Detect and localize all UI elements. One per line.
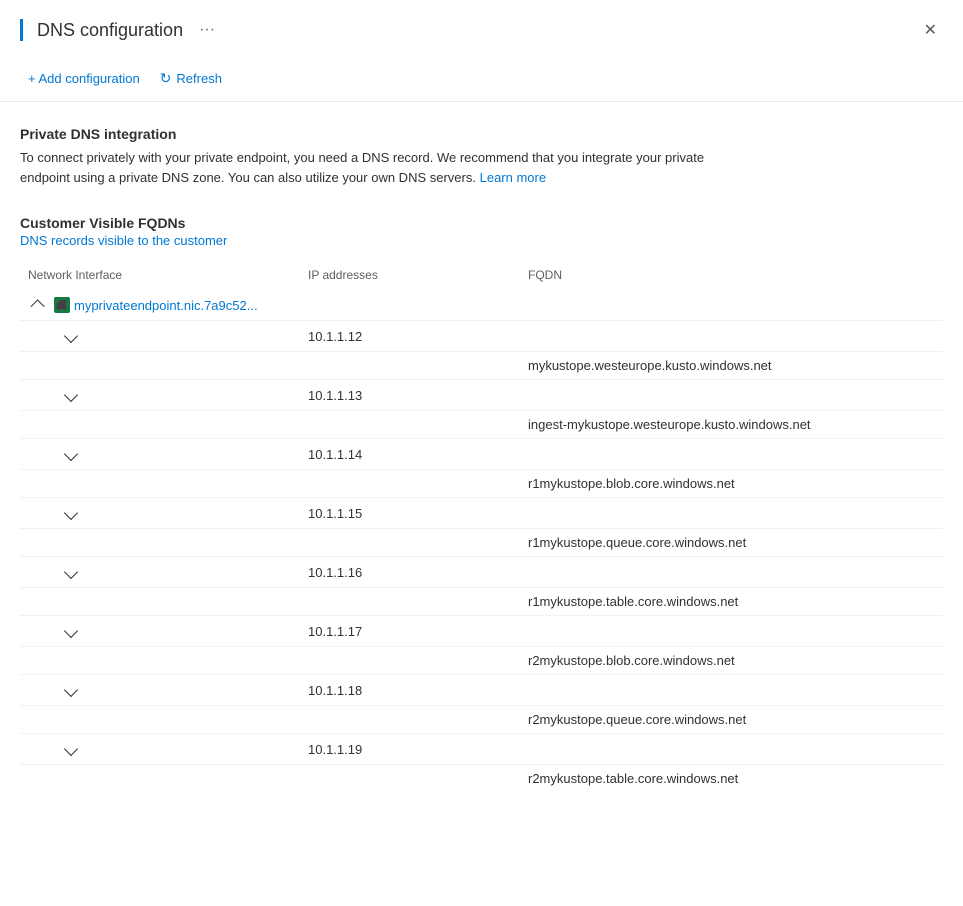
table-row: 10.1.1.17 bbox=[20, 616, 943, 647]
dns-configuration-panel: DNS configuration ··· ✕ + Add configurat… bbox=[0, 0, 963, 906]
chevron-icon bbox=[64, 742, 78, 756]
ip-address-cell: 10.1.1.19 bbox=[300, 734, 520, 765]
table-row: 10.1.1.13 bbox=[20, 380, 943, 411]
ip-address-cell: 10.1.1.14 bbox=[300, 439, 520, 470]
add-configuration-button[interactable]: + Add configuration bbox=[20, 65, 148, 92]
fqdn-cell: r2mykustope.queue.core.windows.net bbox=[520, 706, 943, 734]
table-row: r2mykustope.blob.core.windows.net bbox=[20, 647, 943, 675]
content-area: Private DNS integration To connect priva… bbox=[0, 102, 963, 812]
table-row: 10.1.1.19 bbox=[20, 734, 943, 765]
ip-address-cell: 10.1.1.18 bbox=[300, 675, 520, 706]
expand-parent-button[interactable] bbox=[28, 296, 50, 314]
expand-ip-button[interactable] bbox=[60, 386, 82, 404]
chevron-icon bbox=[64, 683, 78, 697]
toolbar: + Add configuration ↻ Refresh bbox=[0, 56, 963, 102]
table-row: r1mykustope.queue.core.windows.net bbox=[20, 529, 943, 557]
table-row: 10.1.1.12 bbox=[20, 321, 943, 352]
table-row: r2mykustope.table.core.windows.net bbox=[20, 765, 943, 793]
fqdn-section: Customer Visible FQDNs DNS records visib… bbox=[20, 215, 943, 792]
fqdn-cell: r1mykustope.queue.core.windows.net bbox=[520, 529, 943, 557]
fqdn-subtitle: DNS records visible to the customer bbox=[20, 233, 943, 248]
expand-ip-button[interactable] bbox=[60, 504, 82, 522]
table-row: 10.1.1.18 bbox=[20, 675, 943, 706]
refresh-label: Refresh bbox=[176, 71, 222, 86]
chevron-icon bbox=[64, 329, 78, 343]
ip-address-cell: 10.1.1.12 bbox=[300, 321, 520, 352]
expand-ip-button[interactable] bbox=[60, 740, 82, 758]
chevron-icon bbox=[64, 565, 78, 579]
ip-address-cell: 10.1.1.17 bbox=[300, 616, 520, 647]
private-dns-description: To connect privately with your private e… bbox=[20, 148, 720, 187]
col-fqdn: FQDN bbox=[520, 260, 943, 290]
expand-ip-button[interactable] bbox=[60, 622, 82, 640]
table-row: mykustope.westeurope.kusto.windows.net bbox=[20, 352, 943, 380]
learn-more-link[interactable]: Learn more bbox=[480, 170, 546, 185]
nic-icon: ⬛ bbox=[54, 297, 70, 313]
expand-ip-button[interactable] bbox=[60, 681, 82, 699]
table-row: ingest-mykustope.westeurope.kusto.window… bbox=[20, 411, 943, 439]
table-row: 10.1.1.14 bbox=[20, 439, 943, 470]
fqdn-cell: r2mykustope.table.core.windows.net bbox=[520, 765, 943, 793]
fqdn-title: Customer Visible FQDNs bbox=[20, 215, 943, 231]
fqdn-cell: r1mykustope.table.core.windows.net bbox=[520, 588, 943, 616]
add-configuration-label: + Add configuration bbox=[28, 71, 140, 86]
private-dns-section: Private DNS integration To connect priva… bbox=[20, 126, 943, 187]
private-dns-title: Private DNS integration bbox=[20, 126, 943, 142]
chevron-icon bbox=[64, 447, 78, 461]
refresh-icon: ↻ bbox=[160, 70, 172, 87]
chevron-icon bbox=[64, 506, 78, 520]
panel-title: DNS configuration bbox=[37, 20, 183, 41]
col-network-interface: Network Interface bbox=[20, 260, 300, 290]
more-options-icon[interactable]: ··· bbox=[199, 21, 215, 39]
fqdn-cell: r2mykustope.blob.core.windows.net bbox=[520, 647, 943, 675]
chevron-icon bbox=[64, 388, 78, 402]
fqdn-cell: r1mykustope.blob.core.windows.net bbox=[520, 470, 943, 498]
fqdn-cell: mykustope.westeurope.kusto.windows.net bbox=[520, 352, 943, 380]
col-ip-addresses: IP addresses bbox=[300, 260, 520, 290]
ip-address-cell: 10.1.1.16 bbox=[300, 557, 520, 588]
table-row: ⬛ myprivateendpoint.nic.7a9c52... bbox=[20, 290, 943, 321]
ip-address-cell: 10.1.1.15 bbox=[300, 498, 520, 529]
expand-ip-button[interactable] bbox=[60, 445, 82, 463]
expand-ip-button[interactable] bbox=[60, 563, 82, 581]
fqdn-cell: ingest-mykustope.westeurope.kusto.window… bbox=[520, 411, 943, 439]
table-row: 10.1.1.16 bbox=[20, 557, 943, 588]
table-row: r1mykustope.table.core.windows.net bbox=[20, 588, 943, 616]
expand-ip-button[interactable] bbox=[60, 327, 82, 345]
table-row: r2mykustope.queue.core.windows.net bbox=[20, 706, 943, 734]
table-header-row: Network Interface IP addresses FQDN bbox=[20, 260, 943, 290]
table-row: 10.1.1.15 bbox=[20, 498, 943, 529]
table-row: r1mykustope.blob.core.windows.net bbox=[20, 470, 943, 498]
title-bar: DNS configuration ··· bbox=[20, 19, 918, 41]
panel-accent bbox=[20, 19, 23, 41]
ip-address-cell: 10.1.1.13 bbox=[300, 380, 520, 411]
fqdn-table: Network Interface IP addresses FQDN ⬛ my… bbox=[20, 260, 943, 792]
refresh-button[interactable]: ↻ Refresh bbox=[152, 64, 230, 93]
panel-header: DNS configuration ··· ✕ bbox=[0, 0, 963, 56]
close-button[interactable]: ✕ bbox=[918, 16, 943, 44]
chevron-expanded-icon bbox=[31, 299, 45, 313]
network-interface-name[interactable]: myprivateendpoint.nic.7a9c52... bbox=[74, 298, 258, 313]
chevron-icon bbox=[64, 624, 78, 638]
